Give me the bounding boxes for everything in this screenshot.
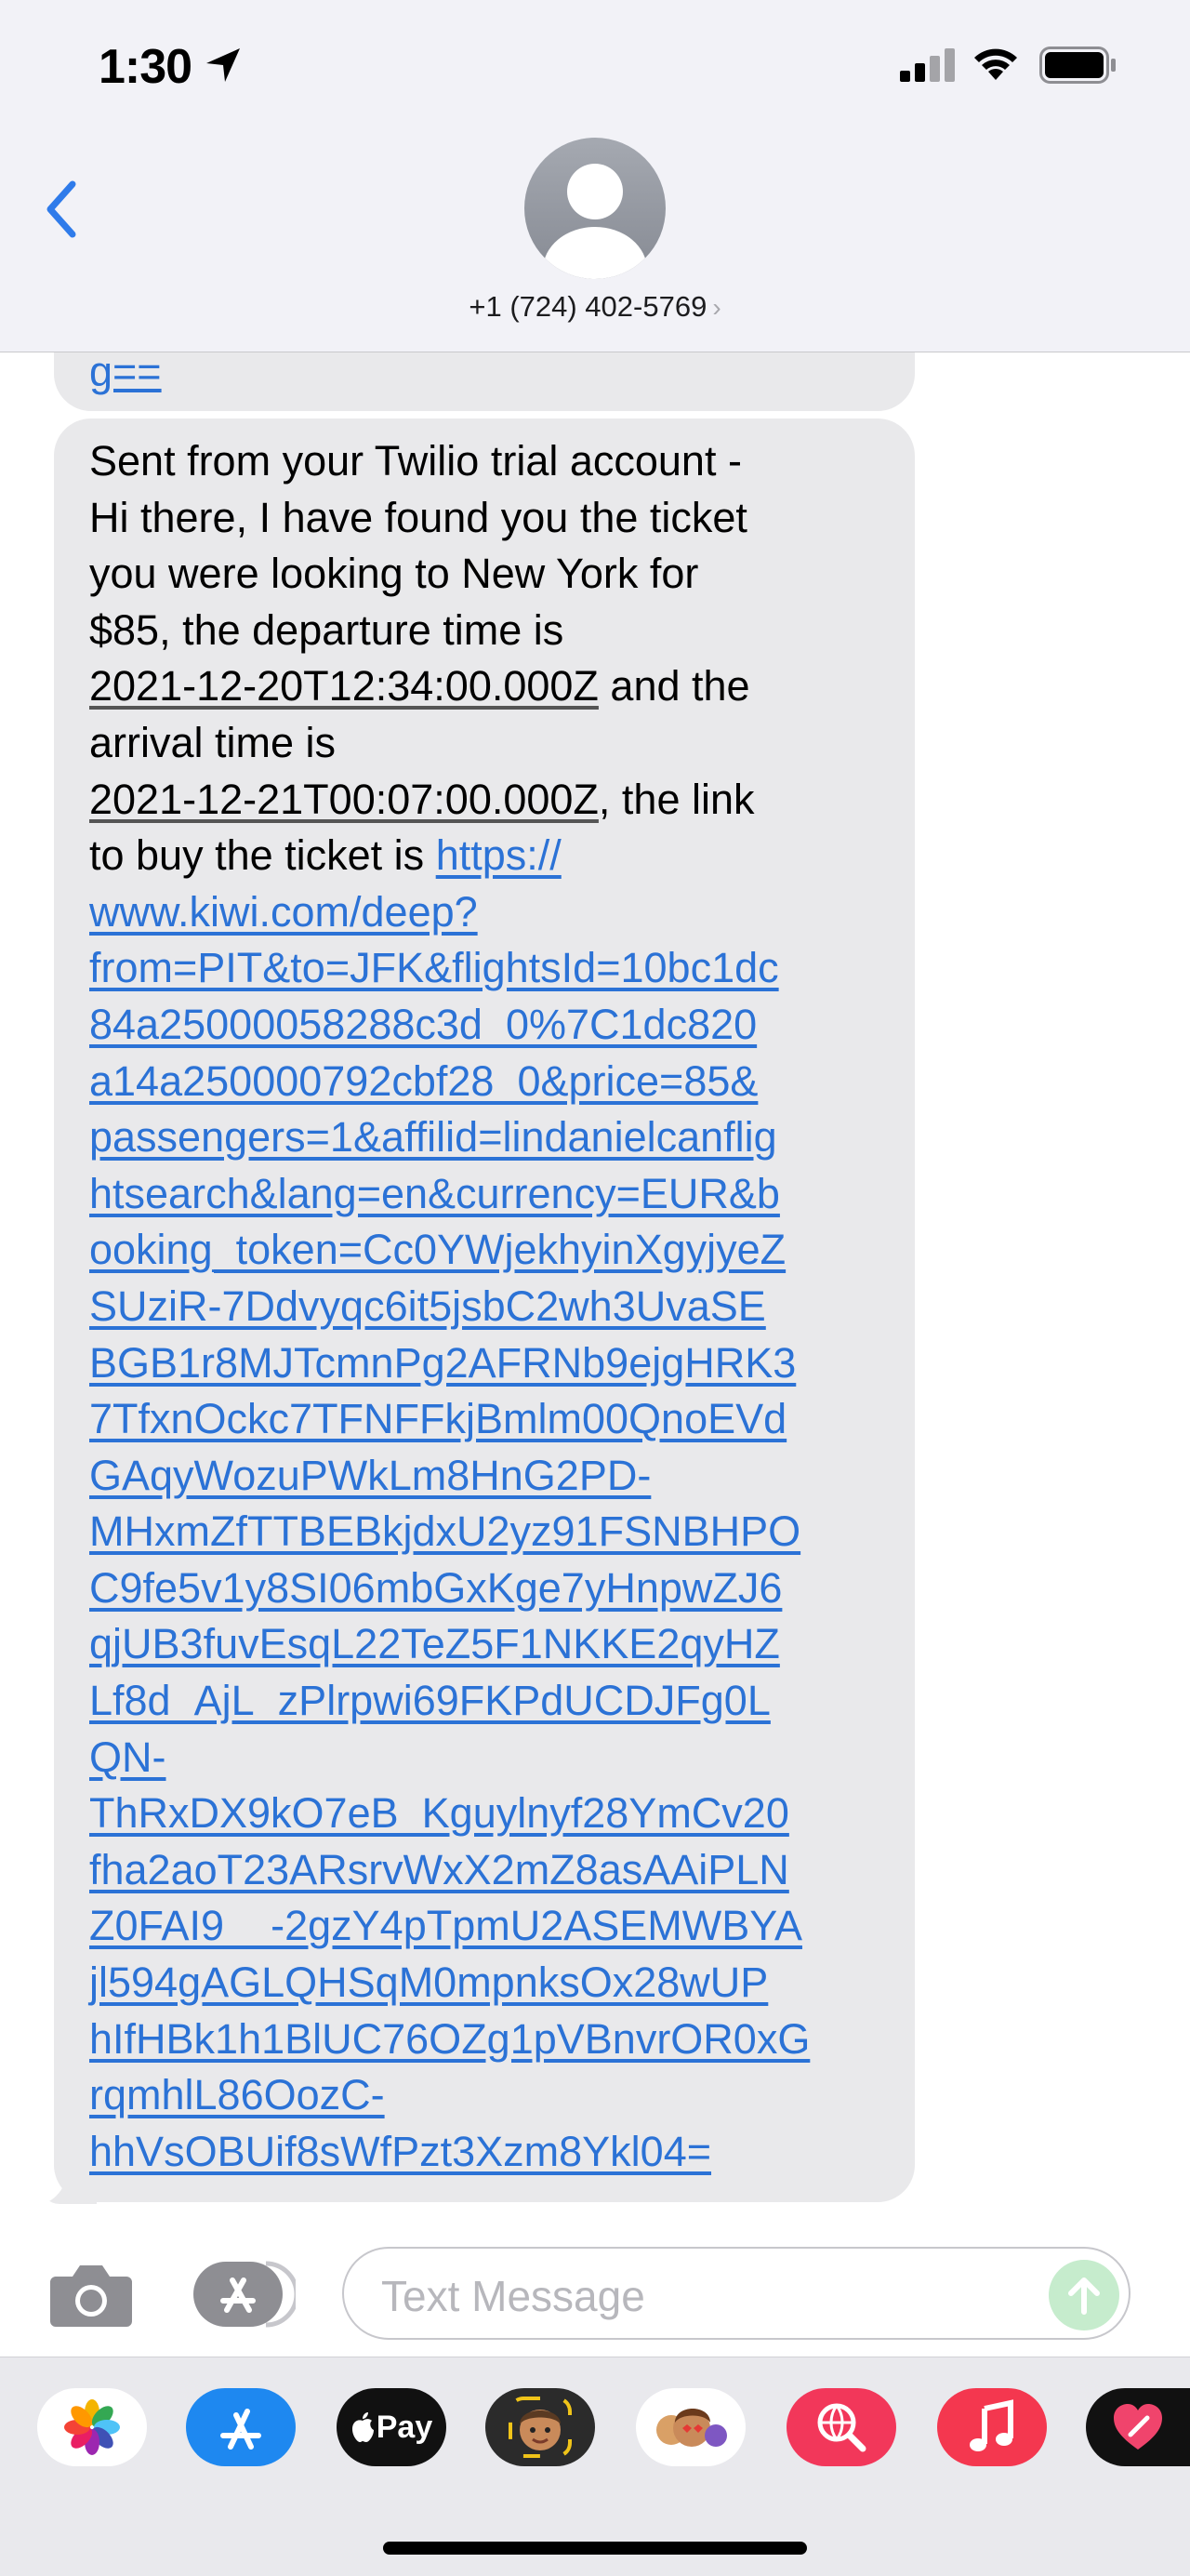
ticket-link-line[interactable]: www.kiwi.com/deep? (89, 884, 907, 941)
back-button[interactable] (33, 167, 89, 251)
chevron-left-icon (46, 180, 76, 238)
cellular-signal-icon (900, 48, 955, 82)
ticket-link[interactable]: https:// (436, 831, 562, 879)
ticket-link-line[interactable]: hIfHBk1h1BlUC76OZg1pVBnvrOR0xG (89, 2012, 907, 2068)
digital-touch-app-button[interactable] (1086, 2388, 1190, 2466)
ticket-link-line[interactable]: MHxmZfTTBEBkjdxU2yz91FSNBHPO (89, 1504, 907, 1560)
message-text-fragment: and the (598, 662, 750, 710)
message-line: arrival time is (89, 718, 337, 766)
heart-touch-icon (1114, 2404, 1162, 2450)
message-line: to buy the ticket is https:// (89, 828, 907, 884)
app-store-icon (193, 2261, 299, 2328)
chevron-right-icon: › (712, 293, 721, 322)
message-line: you were looking to New York for (89, 550, 699, 598)
web-search-app-button[interactable] (787, 2388, 896, 2466)
ticket-link-line[interactable]: rqmhlL86OozC- (89, 2067, 907, 2124)
memoji-app-button[interactable] (485, 2388, 595, 2466)
ticket-link-line[interactable]: a14a250000792cbf28_0&price=85& (89, 1054, 907, 1110)
message-input-placeholder: Text Message (381, 2272, 645, 2320)
ticket-link-line[interactable]: 7TfxnOckc7TFNFFkjBmlm00QnoEVd (89, 1391, 907, 1448)
person-icon (543, 164, 647, 279)
contact-phone-number: +1 (724) 402-5769 (469, 290, 707, 323)
ticket-link-line[interactable]: jl594gAGLQHSqM0mpnksOx28wUP (89, 1955, 907, 2012)
message-text: Sent from your Twilio trial account - Hi… (89, 433, 907, 2180)
ticket-link-line[interactable]: BGB1r8MJTcmnPg2AFRNb9ejgHRK3 (89, 1335, 907, 1392)
contact-avatar[interactable] (524, 138, 666, 279)
status-time: 1:30 (99, 40, 192, 94)
apple-logo-icon (351, 2412, 374, 2442)
memoji-face-icon (509, 2397, 572, 2458)
ticket-link-line[interactable]: hhVsOBUif8sWfPzt3Xzm8Ykl04= (89, 2124, 907, 2181)
message-line: Hi there, I have found you the ticket (89, 493, 747, 541)
ticket-link-line[interactable]: ooking_token=Cc0YWjekhyinXgyjyeZ (89, 1222, 907, 1279)
ticket-link-line[interactable]: 84a25000058288c3d_0%7C1dc820 (89, 997, 907, 1054)
send-button[interactable] (1049, 2260, 1119, 2330)
app-store-button[interactable] (192, 2260, 299, 2329)
ticket-link-line[interactable]: from=PIT&to=JFK&flightsId=10bc1dc (89, 940, 907, 997)
message-line: $85, the departure time is (89, 605, 564, 654)
arrow-up-icon (1068, 2277, 1100, 2315)
camera-icon (50, 2265, 132, 2327)
navigation-header: 1:30 +1 (724) 402-5769 › (0, 0, 1190, 352)
message-line: 2021-12-20T12:34:00.000Z and the (89, 658, 907, 715)
location-arrow-icon (206, 48, 240, 82)
photos-icon (64, 2399, 120, 2455)
app-store-logo-icon (220, 2409, 261, 2450)
ticket-link-line[interactable]: GAqyWozuPWkLm8HnG2PD- (89, 1448, 907, 1505)
music-app-button[interactable] (937, 2388, 1047, 2466)
battery-icon (1039, 46, 1116, 84)
memoji-stickers-app-button[interactable] (636, 2388, 746, 2466)
ticket-link-line[interactable]: Z0FAI9__-2gzY4pTpmU2ASEMWBYA (89, 1898, 907, 1955)
message-line: 2021-12-21T00:07:00.000Z, the link (89, 772, 907, 829)
message-text-fragment: , the link (598, 775, 755, 823)
message-line: Sent from your Twilio trial account - (89, 437, 742, 485)
music-note-icon (970, 2399, 1013, 2451)
ticket-link-line[interactable]: passengers=1&affilid=lindanielcanflig (89, 1109, 907, 1166)
message-input[interactable]: Text Message (342, 2247, 1130, 2340)
arrival-date-link[interactable]: 2021-12-21T00:07:00.000Z (89, 776, 599, 823)
ticket-link-line[interactable]: htsearch&lang=en&currency=EUR&b (89, 1166, 907, 1223)
globe-search-icon (817, 2403, 866, 2452)
message-link-fragment[interactable]: g== (89, 348, 162, 396)
app-store-app-button[interactable] (186, 2388, 296, 2466)
apple-pay-app-button[interactable]: Pay (337, 2388, 446, 2466)
home-indicator[interactable] (383, 2542, 807, 2555)
ticket-link-line[interactable]: qjUB3fuvEsqL22TeZ5F1NKKE2qyHZ (89, 1616, 907, 1673)
ticket-link-line[interactable]: ThRxDX9kO7eB_Kguylnyf28YmCv20 (89, 1786, 907, 1842)
message-text-fragment: to buy the ticket is (89, 831, 436, 880)
wifi-icon (974, 48, 1017, 80)
contact-name-button[interactable]: +1 (724) 402-5769 › (0, 290, 1190, 324)
camera-button[interactable] (48, 2262, 134, 2333)
photos-app-button[interactable] (37, 2388, 147, 2466)
departure-date-link[interactable]: 2021-12-20T12:34:00.000Z (89, 662, 599, 710)
memoji-stickers-icon (656, 2409, 727, 2447)
apple-pay-label: Pay (376, 2409, 433, 2445)
ticket-link-line[interactable]: QN- (89, 1730, 907, 1786)
ticket-link-line[interactable]: fha2aoT23ARsrvWxX2mZ8asAAiPLN (89, 1842, 907, 1899)
ticket-link-line[interactable]: Lf8d_AjL_zPlrpwi69FKPdUCDJFg0L (89, 1673, 907, 1730)
ticket-link-line[interactable]: C9fe5v1y8SI06mbGxKge7yHnpwZJ6 (89, 1560, 907, 1617)
ticket-link-line[interactable]: SUziR-7Ddvyqc6it5jsbC2wh3UvaSE (89, 1279, 907, 1335)
